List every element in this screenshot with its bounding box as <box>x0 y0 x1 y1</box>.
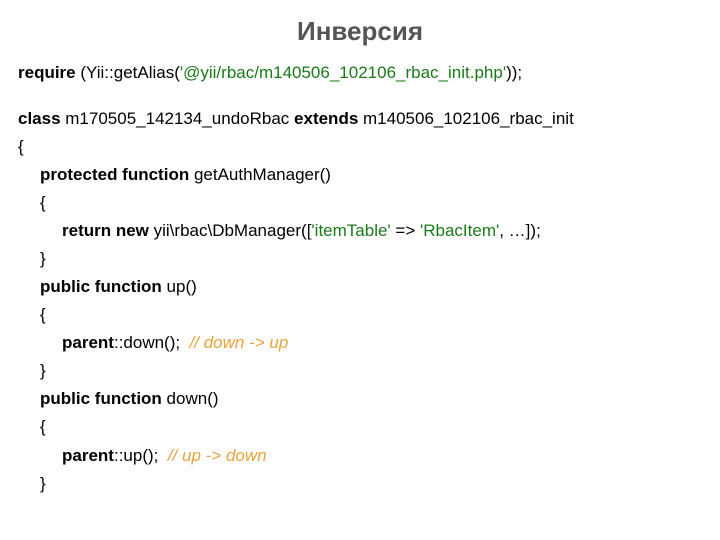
method-name: down() <box>162 389 219 408</box>
brace-open: { <box>18 133 702 161</box>
keyword-extends: extends <box>294 109 358 128</box>
text: , …]); <box>499 221 541 240</box>
string-literal: 'RbacItem' <box>420 221 499 240</box>
keyword-public-function: public function <box>40 389 162 408</box>
keyword-parent: parent <box>62 446 114 465</box>
text: ::up(); <box>114 446 168 465</box>
code-require: require (Yii::getAlias('@yii/rbac/m14050… <box>18 59 702 87</box>
text: => <box>391 221 420 240</box>
keyword-class: class <box>18 109 61 128</box>
text: ::down(); <box>114 333 190 352</box>
keyword-public-function: public function <box>40 277 162 296</box>
class-name: m170505_142134_undoRbac <box>61 109 294 128</box>
code-class-decl: class m170505_142134_undoRbac extends m1… <box>18 105 702 133</box>
brace-open: { <box>18 413 702 441</box>
keyword-return-new: return new <box>62 221 149 240</box>
string-literal: '@yii/rbac/m140506_102106_rbac_init.php' <box>180 63 506 82</box>
parent-class-name: m140506_102106_rbac_init <box>358 109 574 128</box>
method-up: public function up() <box>18 273 702 301</box>
brace-close: } <box>18 245 702 273</box>
comment: // up -> down <box>168 446 267 465</box>
up-body: parent::down(); // down -> up <box>18 329 702 357</box>
method-name: up() <box>162 277 197 296</box>
brace-open: { <box>18 301 702 329</box>
text: (Yii::getAlias( <box>76 63 180 82</box>
keyword-require: require <box>18 63 76 82</box>
text: )); <box>506 63 522 82</box>
comment: // down -> up <box>190 333 289 352</box>
method-down: public function down() <box>18 385 702 413</box>
method-name: getAuthManager() <box>189 165 331 184</box>
gap <box>18 87 702 105</box>
keyword-parent: parent <box>62 333 114 352</box>
brace-close: } <box>18 357 702 385</box>
down-body: parent::up(); // up -> down <box>18 442 702 470</box>
brace-open: { <box>18 189 702 217</box>
page-title: Инверсия <box>18 10 702 53</box>
keyword-protected-function: protected function <box>40 165 189 184</box>
return-stmt: return new yii\rbac\DbManager(['itemTabl… <box>18 217 702 245</box>
text: yii\rbac\DbManager([ <box>149 221 312 240</box>
string-literal: 'itemTable' <box>311 221 390 240</box>
method-getauth: protected function getAuthManager() <box>18 161 702 189</box>
brace-close: } <box>18 470 702 498</box>
